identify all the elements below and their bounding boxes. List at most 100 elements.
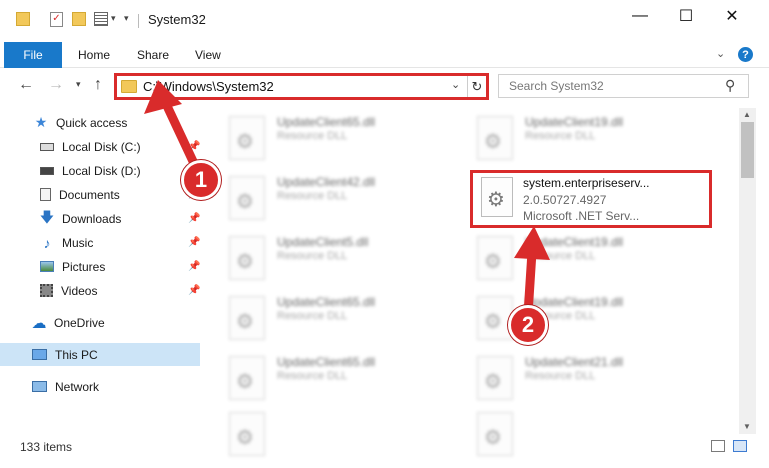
folder-icon — [16, 12, 30, 26]
dll-file-icon — [229, 356, 265, 400]
scroll-up-icon[interactable]: ▲ — [743, 110, 751, 119]
help-icon[interactable]: ? — [738, 47, 753, 62]
dll-file-icon — [229, 116, 265, 160]
new-folder-icon[interactable] — [72, 12, 86, 26]
sidebar-item-local-disk-d[interactable]: Local Disk (D:) — [0, 159, 200, 182]
sidebar-item-label: Pictures — [62, 259, 106, 274]
sidebar-item-label: Local Disk (C:) — [62, 139, 141, 154]
sidebar-item-label: Downloads — [62, 211, 122, 226]
maximize-button[interactable]: ☐ — [663, 0, 709, 32]
up-arrow-icon[interactable]: ↑ — [94, 76, 102, 94]
navigation-bar: ← → ▾ ↑ C:\Windows\System32 ⌄ ↻ Search S… — [0, 70, 769, 102]
dll-file-icon — [229, 296, 265, 340]
sidebar-item-label: Local Disk (D:) — [62, 163, 141, 178]
sidebar-item-label: Documents — [59, 187, 120, 202]
expand-ribbon-icon[interactable]: ⌄ — [716, 47, 725, 60]
file-name: system.enterpriseserv... — [523, 176, 650, 190]
file-item[interactable]: UpdateClient65.dll Resource DLL — [229, 112, 469, 168]
folder-icon — [121, 80, 137, 93]
refresh-icon[interactable]: ↻ — [467, 76, 486, 97]
title-separator — [138, 14, 139, 28]
step-1-callout: 1 — [181, 160, 221, 200]
sidebar-item-this-pc[interactable]: This PC — [0, 343, 200, 366]
file-version: 2.0.50727.4927 — [523, 193, 607, 207]
sidebar-item-music[interactable]: ♪ Music 📌 — [0, 231, 201, 254]
minimize-button[interactable]: — — [617, 0, 663, 32]
pin-icon[interactable]: 📌 — [188, 213, 200, 224]
sidebar-item-documents[interactable]: Documents 📌 — [0, 183, 200, 206]
sidebar-item-downloads[interactable]: 🡇 Downloads 📌 — [0, 207, 201, 230]
file-item[interactable]: UpdateClient65.dll Resource DLL — [229, 292, 469, 348]
tab-view[interactable]: View — [195, 48, 221, 62]
tab-home[interactable]: Home — [78, 48, 110, 62]
chevron-down-icon[interactable]: ⌄ — [451, 78, 460, 91]
file-item[interactable]: UpdateClient19.dll Resource DLL — [477, 232, 717, 288]
sidebar-item-videos[interactable]: Videos 📌 — [0, 279, 200, 302]
sidebar-item-pictures[interactable]: Pictures 📌 — [0, 255, 200, 278]
highlighted-file-item[interactable]: system.enterpriseserv... 2.0.50727.4927 … — [470, 170, 712, 228]
file-item[interactable]: UpdateClient42.dll Resource DLL — [229, 172, 469, 228]
file-name: UpdateClient65.dll — [277, 115, 376, 129]
file-item[interactable]: UpdateClient21.dll Resource DLL — [477, 352, 717, 408]
search-input[interactable]: Search System32 ⚲ — [498, 74, 749, 98]
sidebar-item-onedrive[interactable]: ☁ OneDrive — [0, 311, 200, 334]
pin-icon[interactable]: 📌 — [188, 237, 200, 248]
file-name: UpdateClient65.dll — [277, 295, 376, 309]
ribbon-tabs: File Home Share View ⌄ ? — [0, 42, 769, 68]
sidebar-item-label: OneDrive — [54, 315, 105, 330]
toolbar-dropdown-icon[interactable]: ▾ — [111, 13, 116, 24]
back-arrow-icon[interactable]: ← — [18, 76, 34, 94]
file-description: Resource DLL — [525, 130, 596, 142]
videos-icon — [40, 284, 53, 297]
file-company: Microsoft .NET Serv... — [523, 209, 640, 223]
sidebar-item-local-disk-c[interactable]: Local Disk (C:) 📌 — [0, 135, 200, 158]
large-icons-view-icon[interactable] — [733, 440, 747, 452]
search-icon[interactable]: ⚲ — [725, 77, 735, 94]
sidebar-item-label: This PC — [55, 347, 98, 362]
scroll-down-icon[interactable]: ▼ — [743, 422, 751, 431]
music-icon: ♪ — [43, 234, 51, 251]
file-name: UpdateClient19.dll — [525, 115, 624, 129]
dll-file-icon — [481, 177, 513, 217]
file-item[interactable]: UpdateClient19.dll Resource DLL — [477, 112, 717, 168]
details-view-icon[interactable] — [711, 440, 725, 452]
file-description: Resource DLL — [277, 250, 348, 262]
address-path[interactable]: C:\Windows\System32 — [143, 79, 274, 94]
pin-icon[interactable]: 📌 — [188, 285, 200, 296]
scroll-thumb[interactable] — [741, 122, 754, 178]
sidebar-item-network[interactable]: Network — [0, 375, 200, 398]
tab-file[interactable]: File — [4, 42, 62, 68]
file-name: UpdateClient19.dll — [525, 235, 624, 249]
dll-file-icon — [229, 176, 265, 220]
file-item[interactable]: UpdateClient65.dll Resource DLL — [229, 352, 469, 408]
drive-icon — [40, 142, 54, 151]
file-description: Resource DLL — [277, 190, 348, 202]
file-item[interactable]: UpdateClient5.dll Resource DLL — [229, 232, 469, 288]
dll-file-icon — [229, 236, 265, 280]
documents-icon — [40, 188, 51, 201]
tab-share[interactable]: Share — [137, 48, 169, 62]
sidebar-item-quick-access[interactable]: ★ Quick access — [0, 111, 200, 134]
recent-locations-icon[interactable]: ▾ — [76, 79, 81, 90]
file-description: Resource DLL — [525, 370, 596, 382]
file-name: UpdateClient42.dll — [277, 175, 376, 189]
quick-access-toolbar-icon[interactable] — [94, 12, 108, 26]
dll-file-icon — [477, 236, 513, 280]
title-bar: ✓ ▾ ▾ System32 — ☐ ✕ — [0, 0, 769, 40]
cloud-icon: ☁ — [31, 314, 47, 332]
address-bar[interactable]: C:\Windows\System32 ⌄ ↻ — [114, 73, 489, 100]
network-icon — [32, 381, 47, 392]
item-count: 133 items — [20, 440, 73, 454]
file-description: Resource DLL — [525, 250, 596, 262]
forward-arrow-icon[interactable]: → — [48, 76, 64, 94]
search-placeholder: Search System32 — [509, 79, 604, 93]
pin-icon[interactable]: 📌 — [188, 261, 200, 272]
file-description: Resource DLL — [277, 310, 348, 322]
vertical-scrollbar[interactable]: ▲ ▼ — [739, 108, 756, 434]
customize-toolbar-icon[interactable]: ▾ — [124, 13, 129, 24]
properties-icon[interactable]: ✓ — [50, 12, 63, 27]
pin-icon[interactable]: 📌 — [188, 141, 200, 152]
dll-file-icon — [477, 116, 513, 160]
star-icon: ★ — [34, 114, 48, 130]
close-button[interactable]: ✕ — [709, 0, 755, 32]
